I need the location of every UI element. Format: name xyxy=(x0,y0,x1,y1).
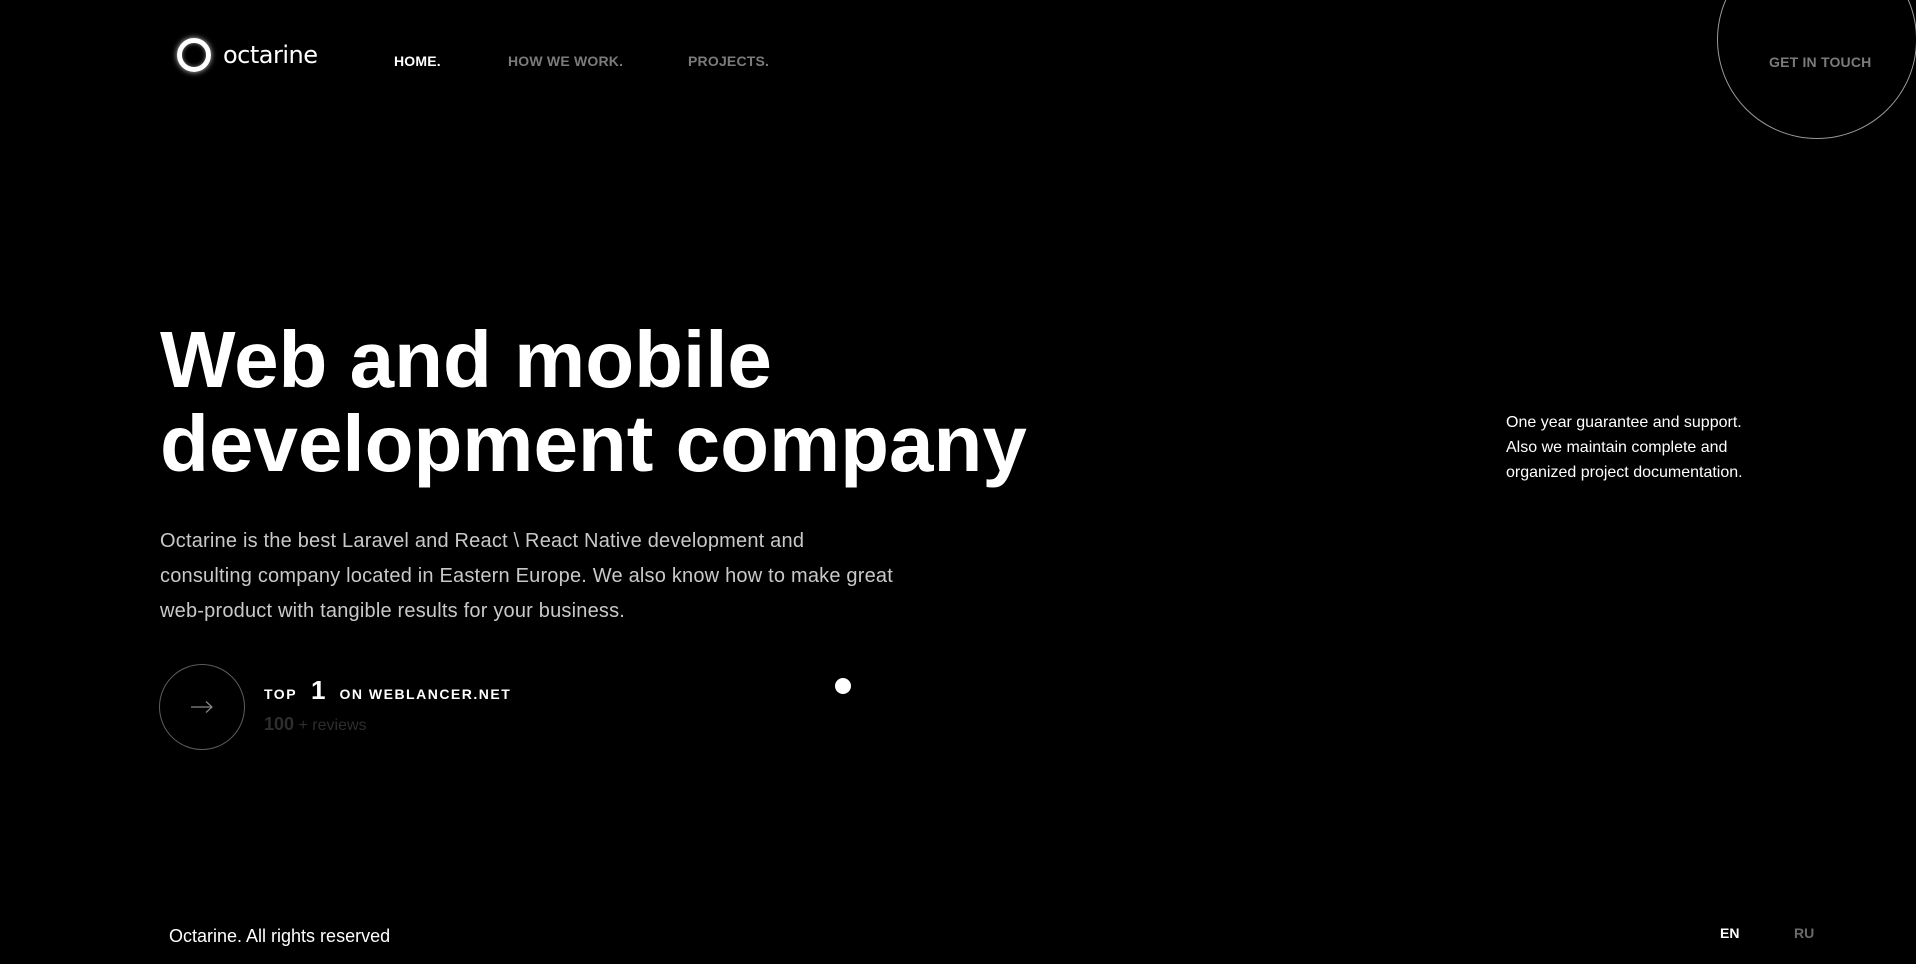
reviews-number: 100 xyxy=(264,714,295,734)
logo-link[interactable]: octarine xyxy=(177,38,318,72)
nav-item-how-we-work[interactable]: HOW WE WORK. xyxy=(508,53,688,69)
hero-description-line: web-product with tangible results for yo… xyxy=(160,600,626,622)
rating-source: ON WEBLANCER.NET xyxy=(339,686,512,702)
reviews-count: 100 + reviews xyxy=(264,714,367,735)
hero-title-line: development company xyxy=(160,399,1027,488)
nav-item-projects[interactable]: PROJECTS. xyxy=(688,53,769,69)
language-en-button[interactable]: EN xyxy=(1720,925,1739,941)
guarantee-note-line: organized project documentation. xyxy=(1506,464,1743,481)
hero-description: Octarine is the best Laravel and React \… xyxy=(160,524,990,629)
page: octarine HOME. HOW WE WORK. PROJECTS. GE… xyxy=(0,0,1916,964)
copyright-text: Octarine. All rights reserved xyxy=(169,926,391,946)
guarantee-note: One year guarantee and support. Also we … xyxy=(1506,410,1786,485)
hero-description-line: Octarine is the best Laravel and React \… xyxy=(160,530,805,552)
language-ru-button[interactable]: RU xyxy=(1794,925,1814,941)
brand-name: octarine xyxy=(223,41,318,69)
hero-title: Web and mobile development company xyxy=(160,318,1160,486)
arrow-right-icon xyxy=(191,701,213,713)
rating-rank: 1 xyxy=(311,675,326,705)
ring-logo-icon xyxy=(177,38,211,72)
main-nav: HOME. HOW WE WORK. PROJECTS. xyxy=(394,53,769,69)
guarantee-note-line: Also we maintain complete and xyxy=(1506,439,1728,456)
guarantee-note-line: One year guarantee and support. xyxy=(1506,414,1742,431)
rating-prefix: TOP xyxy=(264,686,298,702)
reviews-label: + reviews xyxy=(298,717,367,734)
rating-badge: TOP 1 ON WEBLANCER.NET xyxy=(264,675,511,706)
hero-title-line: Web and mobile xyxy=(160,315,772,404)
nav-item-home[interactable]: HOME. xyxy=(394,53,508,69)
hero-description-line: consulting company located in Eastern Eu… xyxy=(160,565,894,587)
get-in-touch-button[interactable]: GET IN TOUCH xyxy=(1769,54,1871,70)
weblancer-link-button[interactable] xyxy=(159,664,245,750)
slider-dot[interactable] xyxy=(835,678,851,694)
